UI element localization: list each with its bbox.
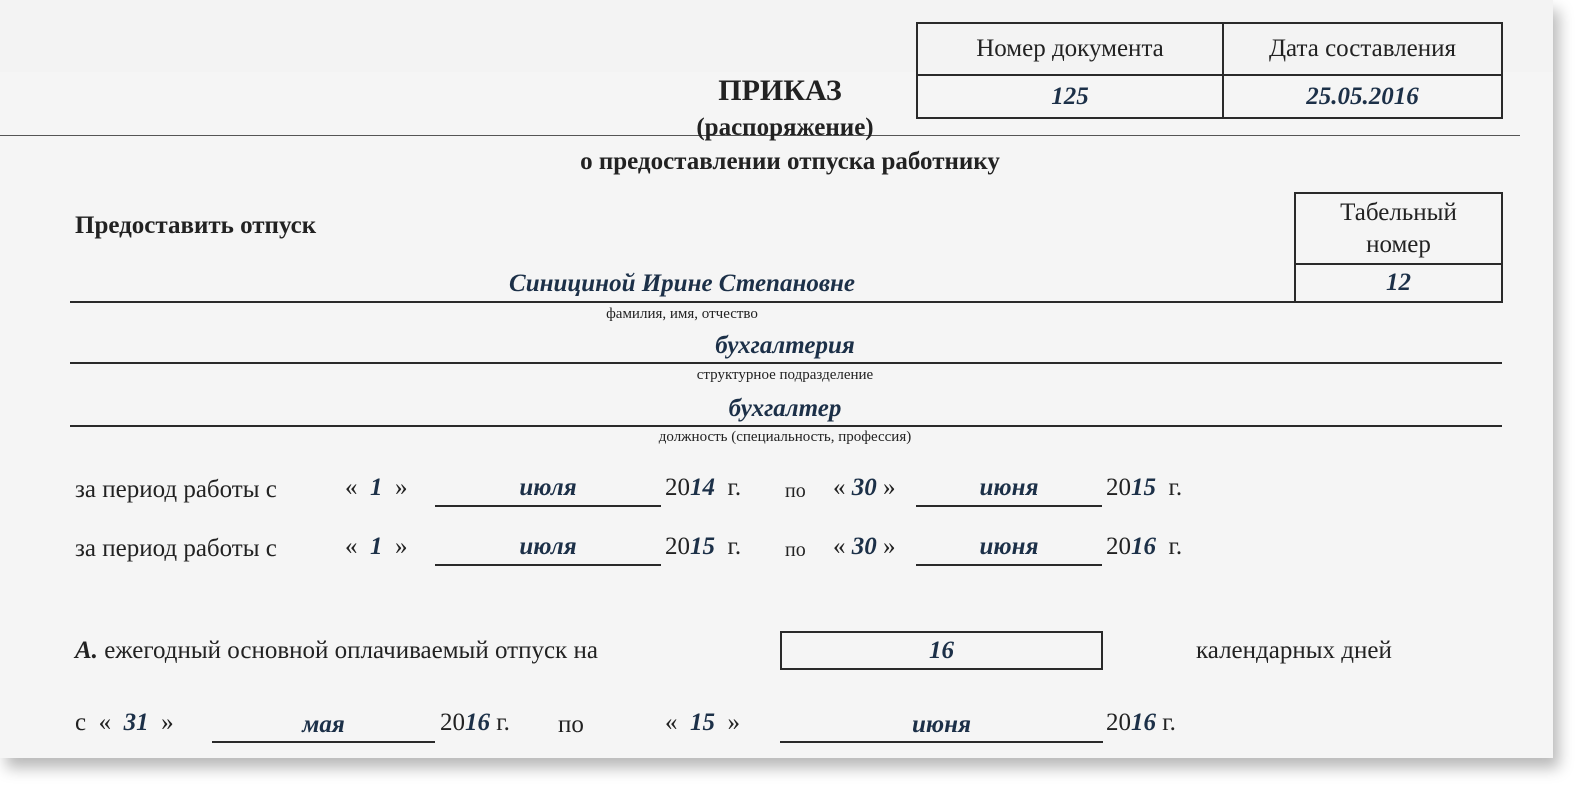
leave-to-year-suffix: 16 — [1131, 709, 1156, 736]
from-year-prefix: 20 — [665, 533, 690, 560]
position-line — [70, 425, 1502, 427]
from-year-prefix: 20 — [665, 474, 690, 501]
leave-to-label: по — [558, 711, 584, 738]
to-year-prefix: 20 — [1106, 474, 1131, 501]
employee-name: Синициной Ирине Степановне — [509, 270, 855, 297]
quote-close: » — [883, 474, 896, 501]
to-year-suffix: 15 — [1131, 474, 1156, 501]
department: бухгалтерия — [715, 332, 855, 359]
page-subtitle: (распоряжение) — [696, 114, 874, 141]
from-day: 1 — [370, 474, 383, 501]
quote-open: « — [833, 533, 846, 560]
from-month-line — [435, 564, 661, 566]
leave-to-day: 15 — [690, 709, 715, 736]
leave-days-box: 16 — [780, 631, 1103, 670]
leave-label: ежегодный основной оплачиваемый отпуск н… — [104, 637, 598, 664]
date-header: Дата составления — [1222, 22, 1503, 76]
date-label: Дата составления — [1268, 35, 1457, 62]
to-year-group: 2016 г. — [1106, 533, 1182, 561]
from-year-suffix: 15 — [690, 533, 715, 560]
leave-to-year-prefix: 20 — [1106, 709, 1131, 736]
leave-from-month: мая — [302, 711, 345, 738]
leave-from-year-prefix: 20 — [440, 709, 465, 736]
date-value: 25.05.2016 — [1306, 82, 1419, 110]
quote-close: » — [883, 533, 896, 560]
to-day-group: « 30 » — [833, 533, 896, 561]
leave-days-unit: календарных дней — [1196, 637, 1392, 664]
year-unit: г. — [1168, 533, 1183, 560]
quote-close: » — [161, 709, 174, 736]
grant-label: Предоставить отпуск — [75, 212, 317, 239]
from-day-group: « 1 » — [345, 533, 408, 561]
doc-number-value: 125 — [1051, 82, 1089, 110]
leave-from-group: с « 31 » — [75, 709, 174, 737]
employee-name-caption: фамилия, имя, отчество — [606, 306, 758, 322]
leave-from-day: 31 — [123, 709, 149, 736]
tab-number-label-1: Табельный — [1340, 198, 1457, 226]
quote-open: « — [833, 474, 846, 501]
page-subject: о предоставлении отпуска работнику — [580, 148, 1000, 175]
quote-open: « — [665, 709, 678, 736]
from-month: июля — [519, 474, 577, 501]
department-line — [70, 362, 1502, 364]
document-page: Номер документа Дата составления 125 25.… — [0, 0, 1553, 758]
year-unit: г. — [1162, 709, 1176, 736]
from-year-group: 2014 г. — [665, 474, 741, 502]
to-month: июня — [979, 533, 1039, 560]
leave-from-year-suffix: 16 — [465, 709, 490, 736]
leave-days: 16 — [929, 636, 954, 664]
leave-to-day-group: « 15 » — [665, 709, 740, 737]
tab-number-label-2: номер — [1366, 230, 1431, 258]
to-label: по — [785, 539, 806, 561]
from-day: 1 — [370, 533, 383, 560]
from-year-group: 2015 г. — [665, 533, 741, 561]
from-month-line — [435, 505, 661, 507]
to-month-line — [916, 564, 1102, 566]
quote-open: « — [345, 533, 358, 560]
doc-number-label: Номер документа — [976, 35, 1164, 62]
leave-to-month: июня — [912, 711, 971, 738]
position-caption: должность (специальность, профессия) — [658, 429, 912, 445]
quote-open: « — [98, 709, 112, 736]
to-day: 30 — [851, 474, 877, 501]
doc-number-cell: 125 — [916, 74, 1224, 119]
quote-close: » — [395, 533, 408, 560]
from-month: июля — [519, 533, 577, 560]
to-year-suffix: 16 — [1131, 533, 1156, 560]
year-unit: г. — [1168, 474, 1183, 501]
tab-number-value: 12 — [1386, 269, 1411, 296]
tab-number-cell: 12 — [1294, 263, 1503, 303]
quote-close: » — [727, 709, 741, 736]
doc-number-header: Номер документа — [916, 22, 1224, 76]
leave-letter: А. — [75, 637, 98, 664]
page-title: ПРИКАЗ — [718, 74, 842, 107]
leave-to-month-line — [780, 741, 1103, 743]
leave-from-month-line — [212, 741, 435, 743]
period-label: за период работы с — [75, 476, 277, 503]
to-day-group: « 30 » — [833, 474, 896, 502]
date-cell: 25.05.2016 — [1222, 74, 1503, 119]
year-unit: г. — [727, 533, 742, 560]
to-year-prefix: 20 — [1106, 533, 1131, 560]
to-month: июня — [979, 474, 1039, 501]
from-day-group: « 1 » — [345, 474, 408, 502]
quote-close: » — [395, 474, 408, 501]
to-label: по — [785, 480, 806, 502]
from-year-suffix: 14 — [690, 474, 715, 501]
to-month-line — [916, 505, 1102, 507]
department-caption: структурное подразделение — [696, 367, 874, 383]
leave-from-label: с — [75, 709, 87, 736]
tab-number-header: Табельный номер — [1294, 192, 1503, 265]
period-label: за период работы с — [75, 535, 277, 562]
year-unit: г. — [496, 709, 510, 736]
leave-type-label: А. ежегодный основной оплачиваемый отпус… — [75, 637, 598, 665]
leave-from-year-group: 2016 г. — [440, 709, 510, 737]
year-unit: г. — [727, 474, 742, 501]
quote-open: « — [345, 474, 358, 501]
employee-name-line — [70, 301, 1294, 303]
leave-to-year-group: 2016 г. — [1106, 709, 1176, 737]
to-year-group: 2015 г. — [1106, 474, 1182, 502]
position: бухгалтер — [728, 395, 842, 422]
to-day: 30 — [851, 533, 877, 560]
